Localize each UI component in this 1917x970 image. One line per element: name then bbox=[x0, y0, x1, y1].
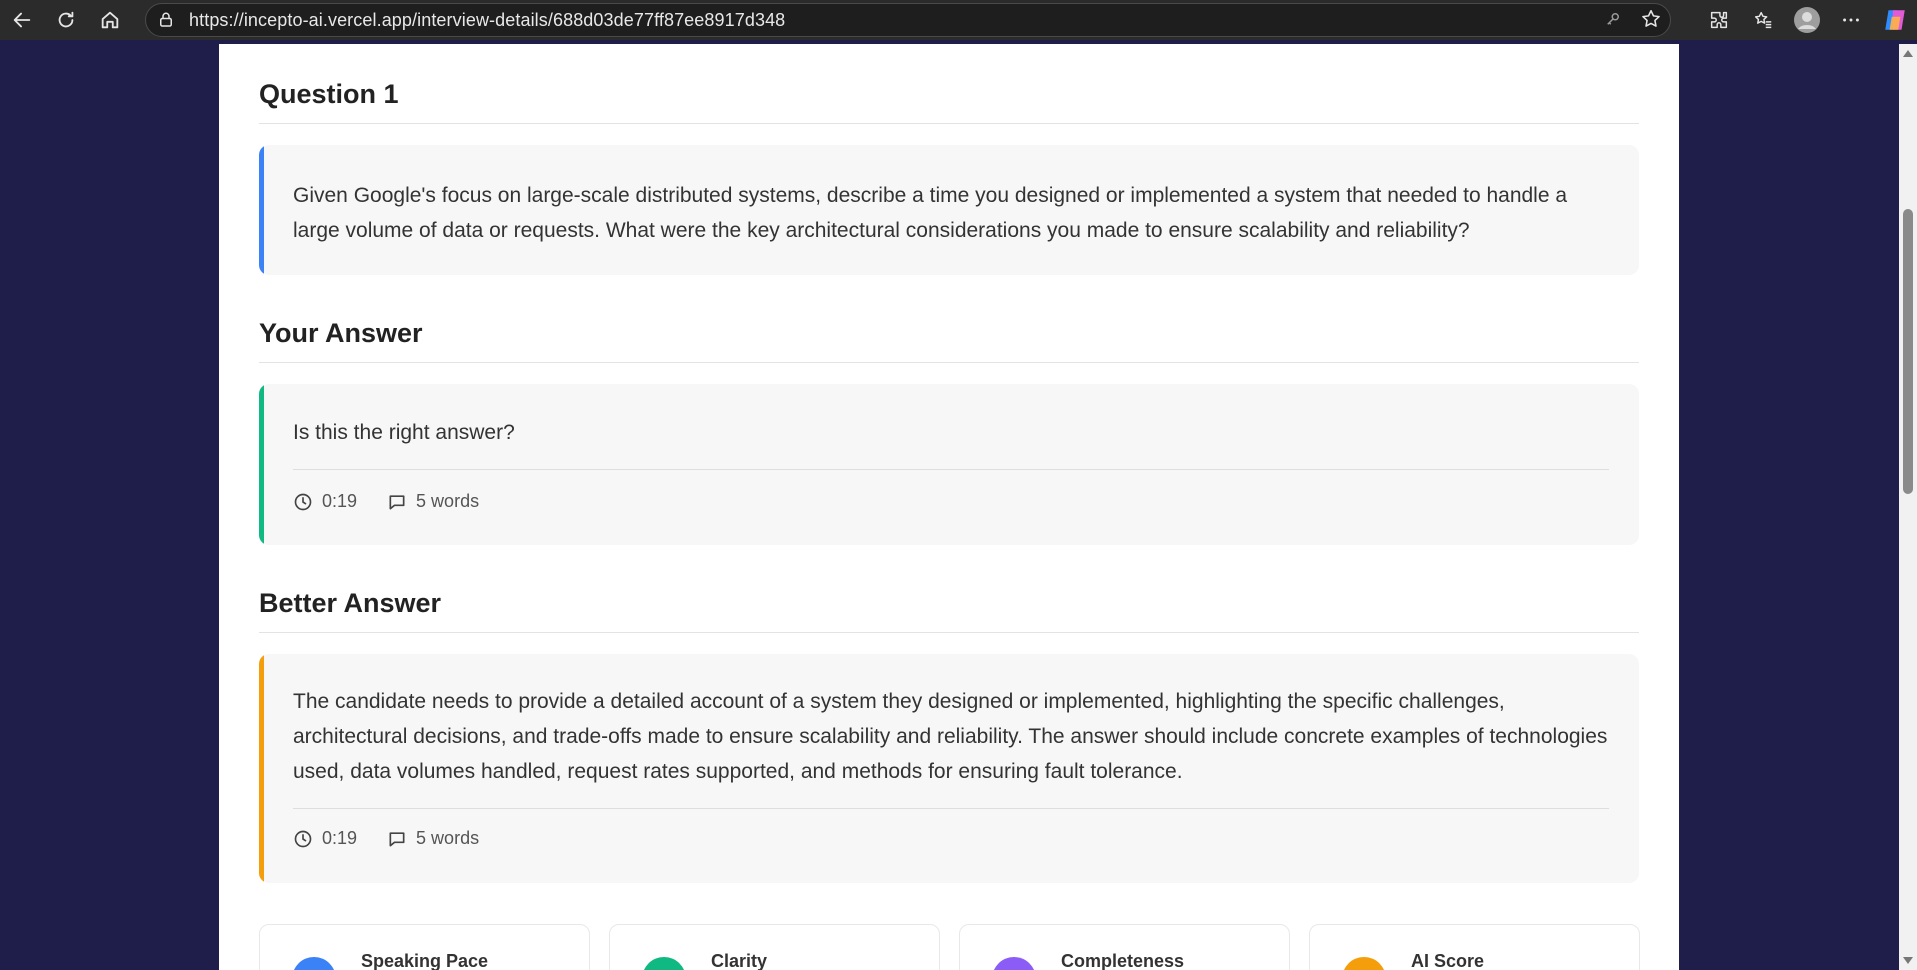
scrollbar-thumb[interactable] bbox=[1903, 209, 1913, 494]
favorites-list-icon bbox=[1754, 11, 1772, 29]
your-answer-meta-divider bbox=[293, 469, 1609, 470]
back-button[interactable] bbox=[0, 0, 44, 40]
better-answer-divider bbox=[259, 632, 1639, 633]
completeness-icon bbox=[992, 957, 1036, 970]
clock-icon bbox=[294, 830, 312, 847]
better-answer-panel: The candidate needs to provide a detaile… bbox=[259, 654, 1639, 883]
word-count-text: 5 words bbox=[416, 491, 480, 511]
favorite-star-icon[interactable] bbox=[1640, 8, 1662, 35]
metric-label: Completeness bbox=[1061, 951, 1185, 970]
browser-toolbar: https://incepto-ai.vercel.app/interview-… bbox=[0, 0, 1917, 40]
your-answer-panel: Is this the right answer? 0:19 5 words bbox=[259, 384, 1639, 545]
more-menu-button[interactable] bbox=[1829, 0, 1873, 40]
url-text[interactable]: https://incepto-ai.vercel.app/interview-… bbox=[189, 10, 785, 31]
home-icon bbox=[101, 11, 119, 29]
metric-card-clarity: Clarity bbox=[609, 924, 940, 970]
your-answer-meta: 0:19 5 words bbox=[293, 491, 509, 512]
comment-icon bbox=[389, 831, 405, 846]
metric-card-ai-score: AI Score bbox=[1309, 924, 1640, 970]
more-dots-icon bbox=[1843, 18, 1859, 22]
extensions-button[interactable] bbox=[1697, 0, 1741, 40]
key-icon[interactable] bbox=[1604, 10, 1622, 33]
question-heading: Question 1 bbox=[259, 79, 399, 109]
your-answer-accent-bar bbox=[259, 384, 264, 545]
copilot-button[interactable] bbox=[1873, 0, 1917, 40]
metric-label: Speaking Pace bbox=[361, 951, 489, 970]
avatar-icon bbox=[1794, 7, 1820, 33]
favorites-button[interactable] bbox=[1741, 0, 1785, 40]
question-panel: Given Google's focus on large-scale dist… bbox=[259, 145, 1639, 275]
comment-icon bbox=[389, 494, 405, 509]
better-answer-accent-bar bbox=[259, 654, 264, 883]
better-answer-meta-divider bbox=[293, 808, 1609, 809]
better-answer-meta: 0:19 5 words bbox=[293, 828, 509, 849]
your-answer-divider bbox=[259, 362, 1639, 363]
address-bar[interactable]: https://incepto-ai.vercel.app/interview-… bbox=[145, 3, 1671, 37]
back-arrow-icon bbox=[13, 12, 31, 28]
word-count-item: 5 words bbox=[387, 491, 479, 512]
speaking-pace-icon bbox=[292, 957, 336, 970]
better-answer-text: The candidate needs to provide a detaile… bbox=[293, 690, 1608, 783]
word-count-text: 5 words bbox=[416, 828, 480, 848]
question-text: Given Google's focus on large-scale dist… bbox=[293, 184, 1568, 242]
metric-card-completeness: Completeness bbox=[959, 924, 1290, 970]
home-button[interactable] bbox=[88, 0, 132, 40]
your-answer-text: Is this the right answer? bbox=[293, 421, 515, 444]
duration-text: 0:19 bbox=[322, 828, 358, 848]
word-count-item: 5 words bbox=[387, 828, 479, 849]
scroll-down-arrow-icon[interactable] bbox=[1903, 957, 1913, 964]
metric-card-speaking-pace: Speaking Pace bbox=[259, 924, 590, 970]
reload-icon bbox=[58, 11, 74, 28]
metric-label: Clarity bbox=[711, 951, 768, 970]
puzzle-icon bbox=[1710, 11, 1728, 29]
ai-score-icon bbox=[1342, 957, 1386, 970]
interview-details-card: Question 1 Given Google's focus on large… bbox=[219, 44, 1679, 970]
question-divider bbox=[259, 123, 1639, 124]
clock-icon bbox=[294, 493, 312, 510]
lock-icon bbox=[157, 11, 179, 29]
profile-button[interactable] bbox=[1785, 0, 1829, 40]
metric-label: AI Score bbox=[1411, 951, 1485, 970]
page-scrollbar[interactable] bbox=[1899, 44, 1917, 970]
reload-button[interactable] bbox=[44, 0, 88, 40]
better-answer-heading: Better Answer bbox=[259, 588, 442, 618]
clarity-icon bbox=[642, 957, 686, 970]
your-answer-heading: Your Answer bbox=[259, 318, 423, 348]
question-accent-bar bbox=[259, 145, 264, 275]
scroll-up-arrow-icon[interactable] bbox=[1903, 50, 1913, 57]
duration-item: 0:19 bbox=[293, 491, 357, 512]
duration-text: 0:19 bbox=[322, 491, 358, 511]
copilot-icon bbox=[1885, 10, 1905, 30]
duration-item: 0:19 bbox=[293, 828, 357, 849]
